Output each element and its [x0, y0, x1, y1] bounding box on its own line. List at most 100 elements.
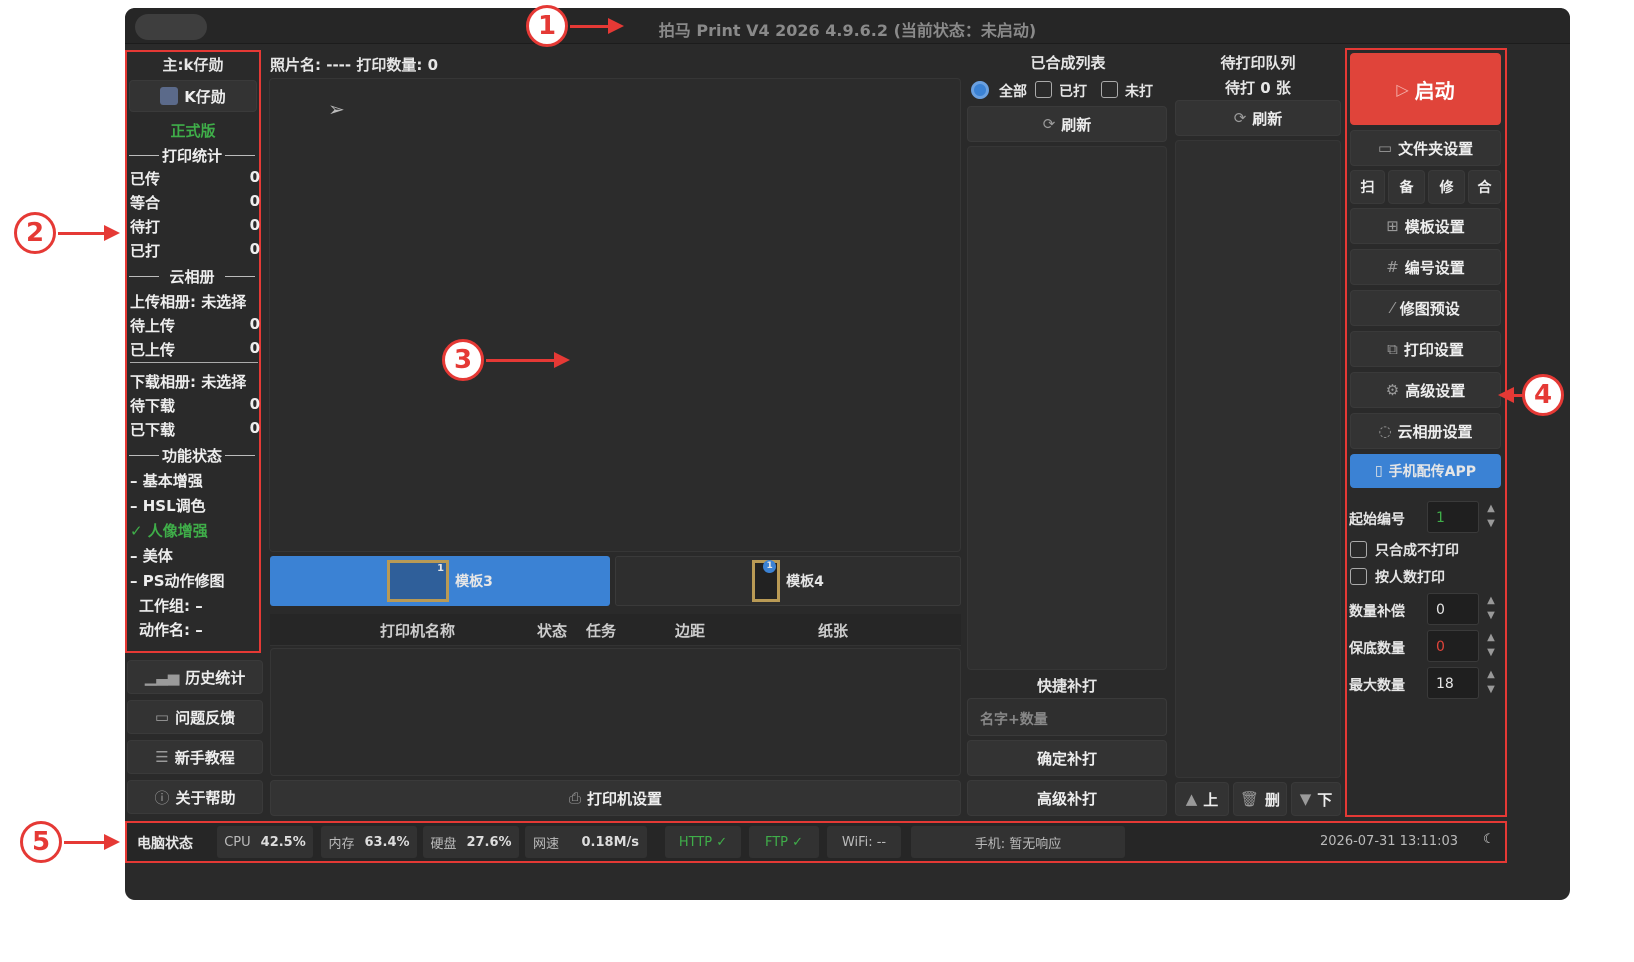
- only-compose-checkbox[interactable]: [1350, 541, 1367, 558]
- only-compose-label: 只合成不打印: [1375, 543, 1459, 559]
- printer-settings-button[interactable]: ⎙ 打印机设置: [270, 780, 961, 816]
- composed-list: [967, 146, 1167, 670]
- upload-album-label: 上传相册: 未选择: [130, 293, 247, 311]
- print-queue-title: 待打印队列: [1220, 54, 1296, 72]
- spinner-arrows[interactable]: ▲ ▼: [1481, 501, 1501, 533]
- cloud-title: 云相册: [129, 266, 255, 287]
- about-help-button[interactable]: ⓘ 关于帮助: [127, 780, 263, 814]
- stat-value: 0: [249, 192, 260, 210]
- scan-button[interactable]: 扫: [1350, 170, 1385, 204]
- arrow: [58, 232, 106, 235]
- composed-filters: 全部 已打 未打: [971, 80, 1171, 102]
- advanced-reprint-button[interactable]: 高级补打: [967, 780, 1167, 816]
- network-status: 网速 0.18M/s: [525, 826, 647, 858]
- cloud-album-settings-button[interactable]: ◌ 云相册设置: [1350, 413, 1501, 449]
- template-settings-button[interactable]: ⊞ 模板设置: [1350, 208, 1501, 244]
- confirm-reprint-button[interactable]: 确定补打: [967, 740, 1167, 776]
- stat-value: 0: [249, 168, 260, 186]
- feature-status-item: – PS动作修图: [130, 572, 225, 590]
- arrow: [570, 25, 610, 28]
- stat-row: 等合 0: [130, 192, 260, 213]
- refresh-icon: ⟳: [1233, 109, 1247, 127]
- min-qty-input[interactable]: 0: [1427, 630, 1479, 662]
- spinner-arrows[interactable]: ▲ ▼: [1481, 667, 1501, 699]
- template-thumbnail: 1: [752, 560, 781, 602]
- arrow-head: [554, 352, 570, 368]
- spinner-arrows[interactable]: ▲ ▼: [1481, 630, 1501, 662]
- queue-refresh-button[interactable]: ⟳ 刷新: [1175, 100, 1341, 136]
- cloud-chat-icon: ◌: [1378, 422, 1392, 440]
- composed-refresh-button[interactable]: ⟳ 刷新: [967, 106, 1167, 142]
- advanced-settings-button[interactable]: ⚙ 高级设置: [1350, 372, 1501, 408]
- feedback-button[interactable]: ▭ 问题反馈: [127, 700, 263, 734]
- cpu-status: CPU 42.5%: [217, 826, 313, 858]
- start-button[interactable]: ▷ 启动: [1350, 53, 1501, 125]
- chat-icon: ▭: [154, 708, 170, 726]
- start-number-input[interactable]: 1: [1427, 501, 1479, 533]
- stat-row: 已下载 0: [130, 419, 260, 440]
- func-status-title: 功能状态: [129, 445, 255, 466]
- stat-label: 等合: [130, 194, 161, 212]
- retouch-button[interactable]: 修: [1428, 170, 1465, 204]
- queue-up-button[interactable]: ▲ 上: [1175, 782, 1229, 816]
- stat-value: 0: [249, 395, 260, 413]
- filter-all-radio[interactable]: [971, 81, 989, 99]
- main-user-label: 主:k仔勋: [162, 56, 224, 74]
- spinner-arrows[interactable]: ▲ ▼: [1481, 593, 1501, 625]
- backup-button[interactable]: 备: [1388, 170, 1425, 204]
- doc-icon: ☰: [155, 748, 169, 766]
- folder-settings-button[interactable]: ▭ 文件夹设置: [1350, 130, 1501, 166]
- photo-preview-area[interactable]: ➢: [269, 78, 961, 552]
- number-settings-button[interactable]: # 编号设置: [1350, 249, 1501, 285]
- triangle-down-icon: ▼: [1299, 790, 1312, 808]
- template-tab-3[interactable]: 1 模板3: [270, 556, 610, 606]
- moon-icon[interactable]: ☾: [1483, 832, 1495, 847]
- stat-value: 0: [249, 419, 260, 437]
- filter-unprinted-checkbox[interactable]: [1101, 81, 1118, 98]
- start-number-label: 起始编号: [1349, 512, 1405, 528]
- grid-icon: ⊞: [1386, 217, 1399, 235]
- divider: [130, 362, 258, 363]
- filter-printed-checkbox[interactable]: [1035, 81, 1052, 98]
- template-tab-4[interactable]: 1 模板4: [615, 556, 961, 606]
- chart-icon: ▁▃▅: [144, 668, 180, 686]
- print-settings-button[interactable]: ⧉ 打印设置: [1350, 331, 1501, 367]
- phone-icon: ▯: [1374, 463, 1383, 479]
- queue-count: 待打 0 张: [1225, 79, 1291, 97]
- cursor-icon: ➢: [328, 97, 345, 121]
- compose-button[interactable]: 合: [1468, 170, 1501, 204]
- history-stats-button[interactable]: ▁▃▅ 历史统计: [127, 660, 263, 694]
- stat-row: 已上传 0: [130, 339, 260, 360]
- queue-delete-button[interactable]: 🗑 删: [1233, 782, 1287, 816]
- by-people-checkbox[interactable]: [1350, 568, 1367, 585]
- ftp-status: FTP ✓: [749, 826, 819, 858]
- arrow: [64, 841, 106, 844]
- qty-comp-input[interactable]: 0: [1427, 593, 1479, 625]
- edition-label: 正式版: [170, 122, 216, 140]
- printer-table-header: 打印机名称 状态 任务 边距 纸张: [270, 614, 961, 646]
- min-qty-label: 保底数量: [1349, 641, 1405, 657]
- phone-app-button[interactable]: ▯ 手机配传APP: [1350, 454, 1501, 488]
- max-qty-label: 最大数量: [1349, 678, 1405, 694]
- user-button[interactable]: K仔勋: [129, 80, 257, 112]
- template-thumbnail: 1: [387, 560, 450, 602]
- queue-down-button[interactable]: ▼ 下: [1291, 782, 1341, 816]
- max-qty-input[interactable]: 18: [1427, 667, 1479, 699]
- arrow: [1514, 394, 1524, 397]
- quick-reprint-input[interactable]: 名字+数量: [967, 698, 1167, 736]
- gear-icon: ⚙: [1385, 381, 1400, 399]
- retouch-preset-button[interactable]: ⁄ 修图预设: [1350, 290, 1501, 326]
- stat-value: 0: [249, 339, 260, 357]
- quick-reprint-title: 快捷补打: [1036, 677, 1097, 695]
- printer-icon: ⎙: [568, 789, 581, 807]
- print-queue-list: [1175, 140, 1341, 778]
- wifi-status: WiFi: --: [827, 826, 901, 858]
- arrow: [486, 359, 556, 362]
- tutorial-button[interactable]: ☰ 新手教程: [127, 740, 263, 774]
- photo-name-label: 照片名: ---- 打印数量: 0: [270, 56, 439, 74]
- copy-icon: ⧉: [1387, 340, 1398, 358]
- info-icon: ⓘ: [154, 788, 170, 807]
- trash-icon: 🗑: [1239, 790, 1260, 808]
- feature-status-item: – 美体: [130, 547, 173, 565]
- stat-label: 已传: [130, 170, 161, 188]
